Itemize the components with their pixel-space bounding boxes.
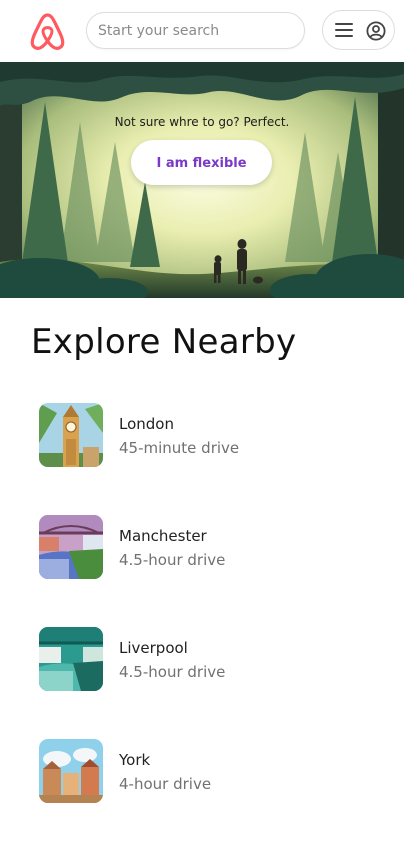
manchester-thumbnail (39, 515, 103, 579)
nearby-destination-card[interactable]: Manchester 4.5-hour drive (39, 515, 379, 579)
nearby-destination-card[interactable]: Liverpool 4.5-hour drive (39, 627, 379, 691)
destination-distance: 4-hour drive (119, 775, 212, 793)
section-title: Explore Nearby (31, 322, 297, 362)
search-bar[interactable] (86, 12, 305, 49)
i-am-flexible-button[interactable]: I am flexible (131, 140, 272, 185)
hero-banner: Not sure whre to go? Perfect. I am flexi… (0, 62, 404, 298)
top-header (0, 0, 404, 62)
york-thumbnail (39, 739, 103, 803)
hero-tagline: Not sure whre to go? Perfect. (114, 115, 290, 129)
search-input[interactable] (98, 21, 293, 41)
london-thumbnail (39, 403, 103, 467)
user-circle-icon (366, 21, 386, 41)
destination-city: London (119, 415, 174, 433)
destination-distance: 45-minute drive (119, 439, 240, 457)
destination-city: Manchester (119, 527, 207, 545)
liverpool-thumbnail (39, 627, 103, 691)
user-menu-button[interactable] (322, 10, 395, 50)
nearby-destination-card[interactable]: London 45-minute drive (39, 403, 379, 467)
nearby-destination-card[interactable]: York 4-hour drive (39, 739, 379, 803)
destination-city: Liverpool (119, 639, 188, 657)
airbnb-logo-icon[interactable] (27, 11, 68, 52)
destination-distance: 4.5-hour drive (119, 663, 226, 681)
destination-city: York (119, 751, 151, 769)
hamburger-menu-icon (335, 23, 353, 37)
destination-distance: 4.5-hour drive (119, 551, 226, 569)
